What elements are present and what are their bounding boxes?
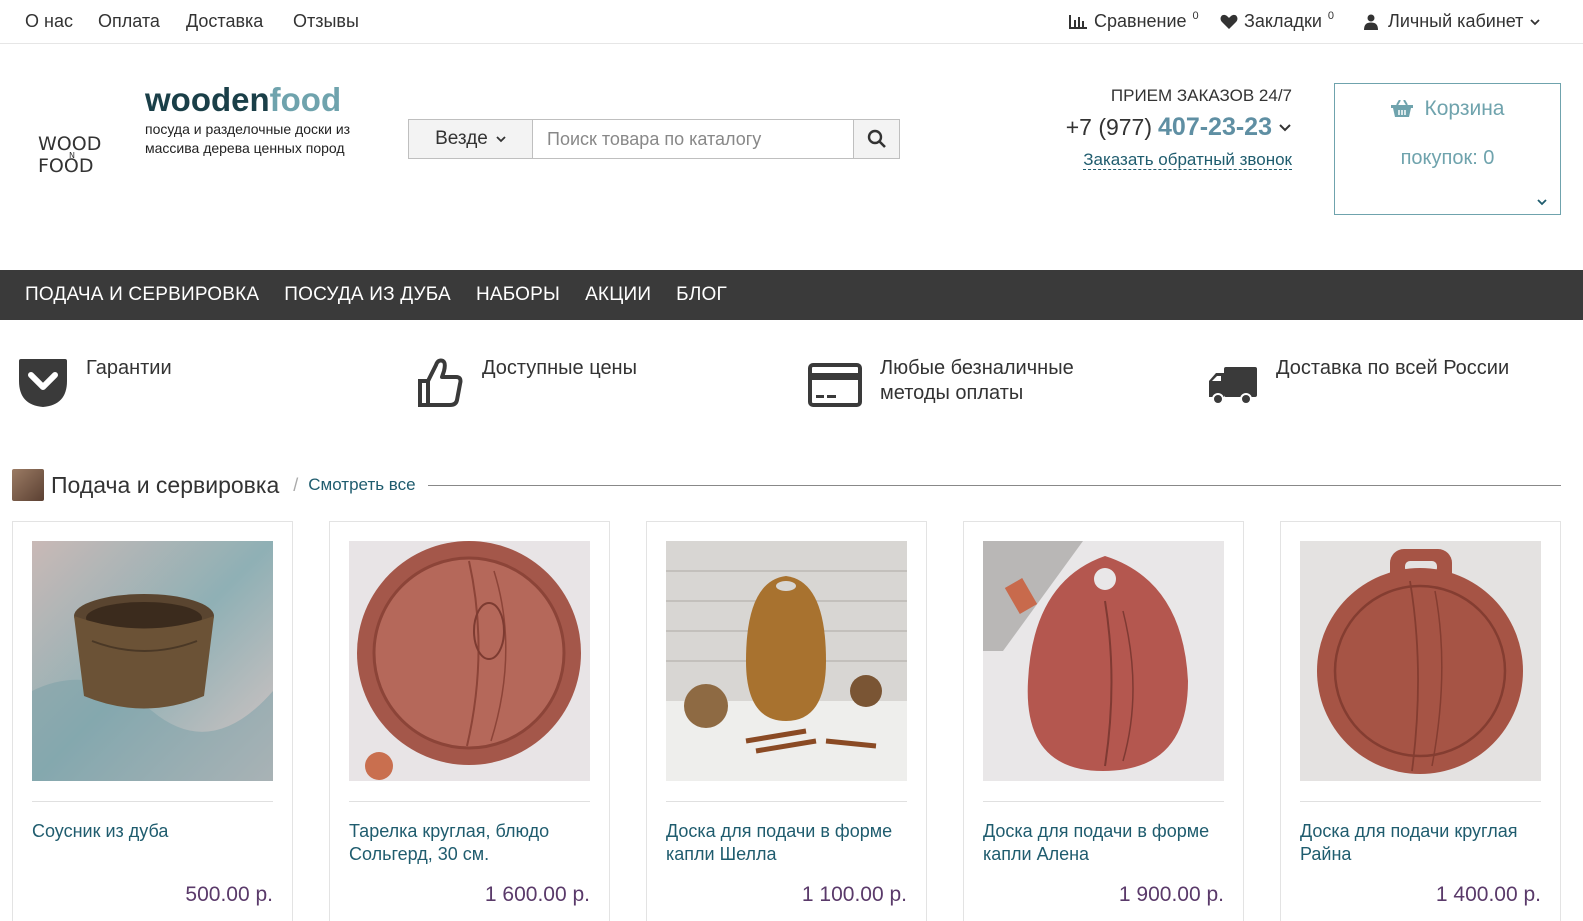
nav-item-serving[interactable]: ПОДАЧА И СЕРВИРОВКА bbox=[25, 284, 259, 306]
search-input[interactable] bbox=[533, 120, 853, 158]
search-button[interactable] bbox=[853, 120, 899, 158]
compare-count: 0 bbox=[1192, 9, 1199, 22]
cart-widget[interactable]: Корзина покупок: 0 bbox=[1334, 83, 1561, 215]
product-image-sauce-bowl[interactable] bbox=[32, 541, 273, 781]
category-thumbnail bbox=[12, 469, 44, 501]
product-name[interactable]: Доска для подачи в форме капли Шелла bbox=[666, 820, 907, 866]
nav-item-sales[interactable]: АКЦИИ bbox=[585, 284, 651, 306]
chevron-down-icon bbox=[1530, 18, 1541, 25]
top-bar: О нас Оплата Доставка Отзывы Сравнение 0 … bbox=[0, 0, 1583, 44]
product-image-drop-board-alena[interactable] bbox=[983, 541, 1224, 781]
truck-icon bbox=[1209, 367, 1257, 405]
product-card[interactable]: Тарелка круглая, блюдо Сольгерд, 30 см. … bbox=[329, 521, 610, 921]
compare-link[interactable]: Сравнение 0 bbox=[1068, 9, 1199, 32]
orders-label: ПРИЕМ ЗАКАЗОВ 24/7 bbox=[1110, 86, 1292, 105]
product-card[interactable]: Доска для подачи в форме капли Шелла 1 1… bbox=[646, 521, 927, 921]
phone-dropdown[interactable]: +7 (977) 407-23-23 bbox=[1040, 113, 1292, 142]
product-name[interactable]: Доска для подачи в форме капли Алена bbox=[983, 820, 1224, 866]
link-reviews[interactable]: Отзывы bbox=[293, 11, 359, 32]
user-icon bbox=[1364, 14, 1378, 30]
search-bar: Везде bbox=[408, 119, 900, 159]
product-image-round-board-raina[interactable] bbox=[1300, 541, 1541, 781]
separator: / bbox=[293, 474, 299, 495]
account-label: Личный кабинет bbox=[1388, 11, 1524, 31]
cart-title-row: Корзина bbox=[1335, 97, 1560, 121]
bookmarks-count: 0 bbox=[1327, 9, 1335, 22]
chevron-down-icon bbox=[1537, 199, 1547, 206]
product-card[interactable]: Соусник из дуба 500.00 р. bbox=[12, 521, 293, 921]
feature-text: Любые безналичные методы оплаты bbox=[880, 357, 1074, 404]
logo-text-food: FOOD bbox=[38, 155, 94, 177]
section-header: Подача и сервировка / Смотреть все bbox=[12, 469, 1561, 501]
product-image-round-plate[interactable] bbox=[349, 541, 590, 781]
shield-check-icon bbox=[19, 359, 67, 407]
product-name[interactable]: Соусник из дуба bbox=[32, 820, 273, 843]
product-price: 1 100.00 р. bbox=[801, 883, 907, 906]
product-name[interactable]: Тарелка круглая, блюдо Сольгерд, 30 см. bbox=[349, 820, 590, 866]
product-price: 500.00 р. bbox=[185, 883, 273, 906]
chevron-down-icon bbox=[496, 136, 506, 143]
thumbs-up-icon bbox=[418, 358, 463, 407]
cart-expand[interactable] bbox=[1536, 194, 1548, 212]
product-card[interactable]: Доска для подачи в форме капли Алена 1 9… bbox=[963, 521, 1244, 921]
card-divider bbox=[983, 801, 1224, 802]
basket-icon bbox=[1390, 100, 1413, 117]
chevron-down-icon bbox=[1279, 123, 1291, 131]
card-divider bbox=[349, 801, 590, 802]
link-delivery[interactable]: Доставка bbox=[186, 11, 263, 32]
phone-number: 407-23-23 bbox=[1158, 113, 1272, 141]
card-divider bbox=[32, 801, 273, 802]
feature-prices: Доступные цены bbox=[416, 355, 637, 409]
bar-chart-icon bbox=[1069, 14, 1087, 29]
product-price: 1 900.00 р. bbox=[1118, 883, 1224, 906]
product-price: 1 400.00 р. bbox=[1435, 883, 1541, 906]
account-dropdown[interactable]: Личный кабинет bbox=[1364, 11, 1541, 32]
nav-item-blog[interactable]: БЛОГ bbox=[676, 284, 727, 306]
divider bbox=[427, 484, 1561, 486]
main-nav: ПОДАЧА И СЕРВИРОВКА ПОСУДА ИЗ ДУБА НАБОР… bbox=[0, 270, 1583, 320]
section-title: Подача и сервировка bbox=[51, 471, 280, 498]
feature-payment: Любые безналичные методы оплаты bbox=[808, 355, 1110, 409]
callback-label: Заказать обратный звонок bbox=[1083, 150, 1292, 170]
cart-title: Корзина bbox=[1424, 97, 1505, 120]
feature-delivery: Доставка по всей России bbox=[1208, 355, 1509, 409]
nav-item-oak[interactable]: ПОСУДА ИЗ ДУБА bbox=[284, 284, 451, 306]
card-divider bbox=[666, 801, 907, 802]
brand-name-part2: food bbox=[269, 81, 342, 118]
cart-summary: покупок: 0 bbox=[1400, 147, 1495, 169]
product-name[interactable]: Доска для подачи круглая Райна bbox=[1300, 820, 1541, 866]
product-card[interactable]: Доска для подачи круглая Райна 1 400.00 … bbox=[1280, 521, 1561, 921]
feature-guarantee: Гарантии bbox=[18, 355, 172, 409]
logo-mark[interactable]: WOOD N FOOD bbox=[38, 135, 110, 181]
bookmarks-label: Закладки bbox=[1244, 11, 1322, 31]
link-about[interactable]: О нас bbox=[25, 11, 73, 32]
product-image-drop-board-shella[interactable] bbox=[666, 541, 907, 781]
compare-label: Сравнение bbox=[1094, 11, 1187, 31]
callback-link[interactable]: Заказать обратный звонок bbox=[1040, 150, 1292, 170]
view-all-link[interactable]: Смотреть все bbox=[308, 475, 415, 495]
link-payment[interactable]: Оплата bbox=[98, 11, 160, 32]
brand-name-part1: wooden bbox=[145, 81, 270, 118]
search-icon bbox=[867, 129, 886, 148]
card-divider bbox=[1300, 801, 1541, 802]
bookmarks-link[interactable]: Закладки 0 bbox=[1220, 9, 1335, 32]
heart-icon bbox=[1220, 14, 1238, 29]
brand-tagline: посуда и разделочные доски из массива де… bbox=[145, 121, 351, 156]
phone-prefix: +7 (977) bbox=[1065, 114, 1153, 140]
feature-text: Гарантии bbox=[86, 357, 172, 379]
feature-text: Доставка по всей России bbox=[1276, 357, 1510, 379]
brand-name[interactable]: woodenfood bbox=[145, 80, 341, 120]
search-scope-select[interactable]: Везде bbox=[409, 120, 533, 158]
credit-card-icon bbox=[808, 363, 862, 407]
product-price: 1 600.00 р. bbox=[484, 883, 590, 906]
search-scope-label: Везде bbox=[435, 128, 488, 149]
nav-item-sets[interactable]: НАБОРЫ bbox=[476, 284, 560, 306]
feature-text: Доступные цены bbox=[482, 357, 637, 379]
